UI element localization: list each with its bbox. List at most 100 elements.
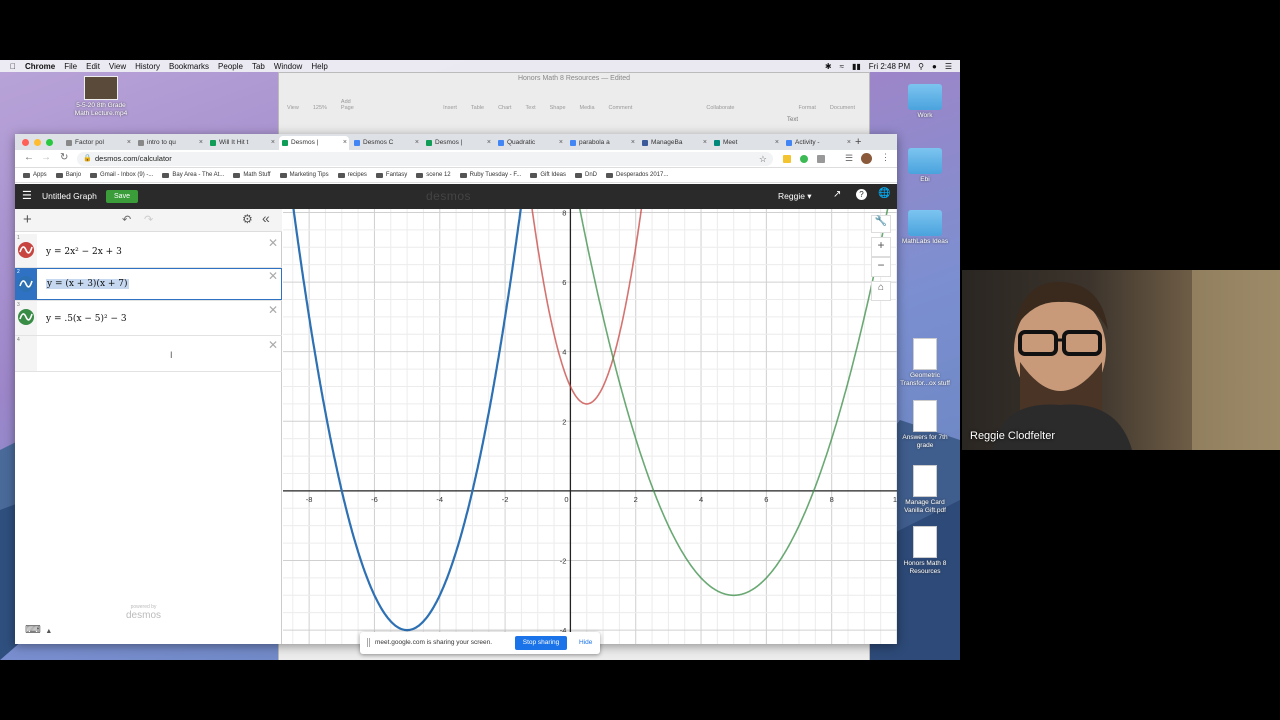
delete-expression-icon[interactable]: ✕ xyxy=(268,338,278,352)
extension-menu-icon[interactable]: ☰ xyxy=(845,153,853,164)
drag-handle-icon[interactable] xyxy=(367,638,370,647)
close-tab-icon[interactable]: × xyxy=(199,136,203,150)
browser-tab[interactable]: Meet × xyxy=(711,136,781,150)
globe-icon[interactable]: 🌐 xyxy=(878,188,890,199)
pages-tool-shape[interactable]: Shape xyxy=(550,105,566,111)
extension-icon[interactable] xyxy=(783,155,791,163)
forward-icon[interactable]: → xyxy=(41,152,51,163)
browser-tab[interactable]: Desmos C × xyxy=(351,136,421,150)
reload-icon[interactable]: ↻ xyxy=(60,152,68,163)
expression-math[interactable]: y = 2x² − 2x + 3 xyxy=(46,247,122,257)
battery-icon[interactable]: ▮▮ xyxy=(852,62,861,71)
delete-expression-icon[interactable]: ✕ xyxy=(268,236,278,250)
close-tab-icon[interactable]: × xyxy=(271,136,275,150)
pages-tool-format[interactable]: Format xyxy=(799,105,816,111)
undo-icon[interactable]: ↶ xyxy=(122,213,131,226)
pages-tool-view[interactable]: View xyxy=(287,105,299,111)
pages-zoom[interactable]: 125% xyxy=(313,105,327,111)
bookmark-item[interactable]: Desperados 2017... xyxy=(606,172,668,178)
keypad-toggle[interactable]: ⌨ ▲ xyxy=(25,620,55,636)
pages-tool-add-page[interactable]: Add Page xyxy=(341,99,359,111)
desktop-file-manage-card[interactable]: Manage Card Vanilla Gift.pdf xyxy=(894,465,956,515)
menu-chrome[interactable]: Chrome xyxy=(25,62,55,71)
expression-row-4-empty[interactable]: 4 I ✕ xyxy=(15,336,282,372)
default-viewport-home-icon[interactable]: ⌂ xyxy=(871,281,891,301)
bookmark-item[interactable]: Gmail - Inbox (9) -... xyxy=(90,172,153,178)
bookmark-item[interactable]: recipes xyxy=(337,172,367,178)
close-tab-icon[interactable]: × xyxy=(487,136,491,150)
browser-tab[interactable]: Will It Hit t × xyxy=(207,136,277,150)
bookmark-star-icon[interactable]: ☆ xyxy=(759,152,767,166)
close-tab-icon[interactable]: × xyxy=(631,136,635,150)
bookmark-item[interactable]: Apps xyxy=(23,172,47,178)
grammarly-extension-icon[interactable] xyxy=(800,155,808,163)
menu-tab[interactable]: Tab xyxy=(252,62,265,71)
zoom-out-icon[interactable]: − xyxy=(871,257,891,277)
close-window-icon[interactable] xyxy=(22,139,29,146)
browser-tab[interactable]: Quadratic × xyxy=(495,136,565,150)
bluetooth-icon[interactable]: ✱ xyxy=(825,62,832,71)
collapse-panel-icon[interactable]: « xyxy=(262,210,270,226)
menu-edit[interactable]: Edit xyxy=(86,62,100,71)
hamburger-menu-icon[interactable]: ☰ xyxy=(22,189,32,202)
pages-tool-table[interactable]: Table xyxy=(471,105,484,111)
new-tab-button[interactable]: + xyxy=(855,136,861,148)
browser-tab[interactable]: Activity - × xyxy=(783,136,853,150)
delete-expression-icon[interactable]: ✕ xyxy=(268,269,278,283)
share-icon[interactable]: ↗ xyxy=(833,189,841,200)
spotlight-icon[interactable]: ⚲ xyxy=(918,62,924,71)
siri-icon[interactable]: ● xyxy=(932,62,937,71)
browser-tab[interactable]: Desmos | × xyxy=(279,136,349,150)
menu-help[interactable]: Help xyxy=(311,62,327,71)
save-button[interactable]: Save xyxy=(106,190,138,203)
menu-view[interactable]: View xyxy=(109,62,126,71)
pages-tool-insert[interactable]: Insert xyxy=(443,105,457,111)
redo-icon[interactable]: ↷ xyxy=(144,213,153,226)
bookmark-item[interactable]: Marketing Tips xyxy=(279,172,329,178)
graph-canvas[interactable]: -8-6-4-202468108642-2-4 xyxy=(283,209,897,644)
pages-tool-comment[interactable]: Comment xyxy=(609,105,633,111)
hide-button[interactable]: Hide xyxy=(579,639,592,646)
bookmark-item[interactable]: Ruby Tuesday - F... xyxy=(459,172,521,178)
desktop-folder-mathlabs[interactable]: MathLabs Ideas xyxy=(896,210,954,246)
url-bar[interactable]: 🔒 desmos.com/calculator ☆ xyxy=(77,152,773,166)
maximize-window-icon[interactable] xyxy=(46,139,53,146)
close-tab-icon[interactable]: × xyxy=(559,136,563,150)
pages-tool-media[interactable]: Media xyxy=(580,105,595,111)
help-icon[interactable]: ? xyxy=(856,189,867,200)
bookmark-item[interactable]: Bay Area - The At... xyxy=(162,172,224,178)
expression-math-selected[interactable]: y = (x + 3)(x + 7) xyxy=(46,279,129,289)
desktop-file-honors-math[interactable]: Honors Math 8 Resources xyxy=(894,526,956,576)
graph-paper[interactable]: -8-6-4-202468108642-2-4 🔧 + − ⌂ xyxy=(283,209,897,644)
graph-style-icon-red[interactable] xyxy=(17,241,35,259)
desktop-file-geometric[interactable]: Geometric Transfor...ox stuff xyxy=(896,338,954,388)
pages-tool-chart[interactable]: Chart xyxy=(498,105,511,111)
delete-expression-icon[interactable]: ✕ xyxy=(268,303,278,317)
bookmark-item[interactable]: Gift Ideas xyxy=(530,172,566,178)
close-tab-icon[interactable]: × xyxy=(415,136,419,150)
graph-style-icon-blue[interactable] xyxy=(17,275,35,293)
pages-tool-collaborate[interactable]: Collaborate xyxy=(706,105,734,111)
desktop-folder-ebi[interactable]: Ebi xyxy=(900,148,950,184)
menu-file[interactable]: File xyxy=(64,62,77,71)
wifi-icon[interactable]: ≈ xyxy=(840,62,844,71)
apple-icon[interactable]:  xyxy=(10,62,16,71)
browser-tab[interactable]: parabola a × xyxy=(567,136,637,150)
expression-row-1[interactable]: 1 y = 2x² − 2x + 3 ✕ xyxy=(15,234,282,268)
extension-icon-2[interactable] xyxy=(817,155,825,163)
settings-gear-icon[interactable]: ⚙ xyxy=(242,212,253,226)
menu-people[interactable]: People xyxy=(218,62,243,71)
minimize-window-icon[interactable] xyxy=(34,139,41,146)
bookmark-item[interactable]: scene 12 xyxy=(416,172,451,178)
browser-tab[interactable]: ManageBa × xyxy=(639,136,709,150)
bookmark-item[interactable]: Banjo xyxy=(55,172,81,178)
bookmark-item[interactable]: Math Stuff xyxy=(233,172,271,178)
stop-sharing-button[interactable]: Stop sharing xyxy=(515,636,567,650)
close-tab-icon[interactable]: × xyxy=(775,136,779,150)
pages-tool-document[interactable]: Document xyxy=(830,105,855,111)
close-tab-icon[interactable]: × xyxy=(703,136,707,150)
desktop-file-answers[interactable]: Answers for 7th grade xyxy=(896,400,954,450)
user-menu[interactable]: Reggie ▾ xyxy=(778,191,812,202)
zoom-in-icon[interactable]: + xyxy=(871,237,891,257)
expression-row-3[interactable]: 3 y = .5(x − 5)² − 3 ✕ xyxy=(15,301,282,336)
